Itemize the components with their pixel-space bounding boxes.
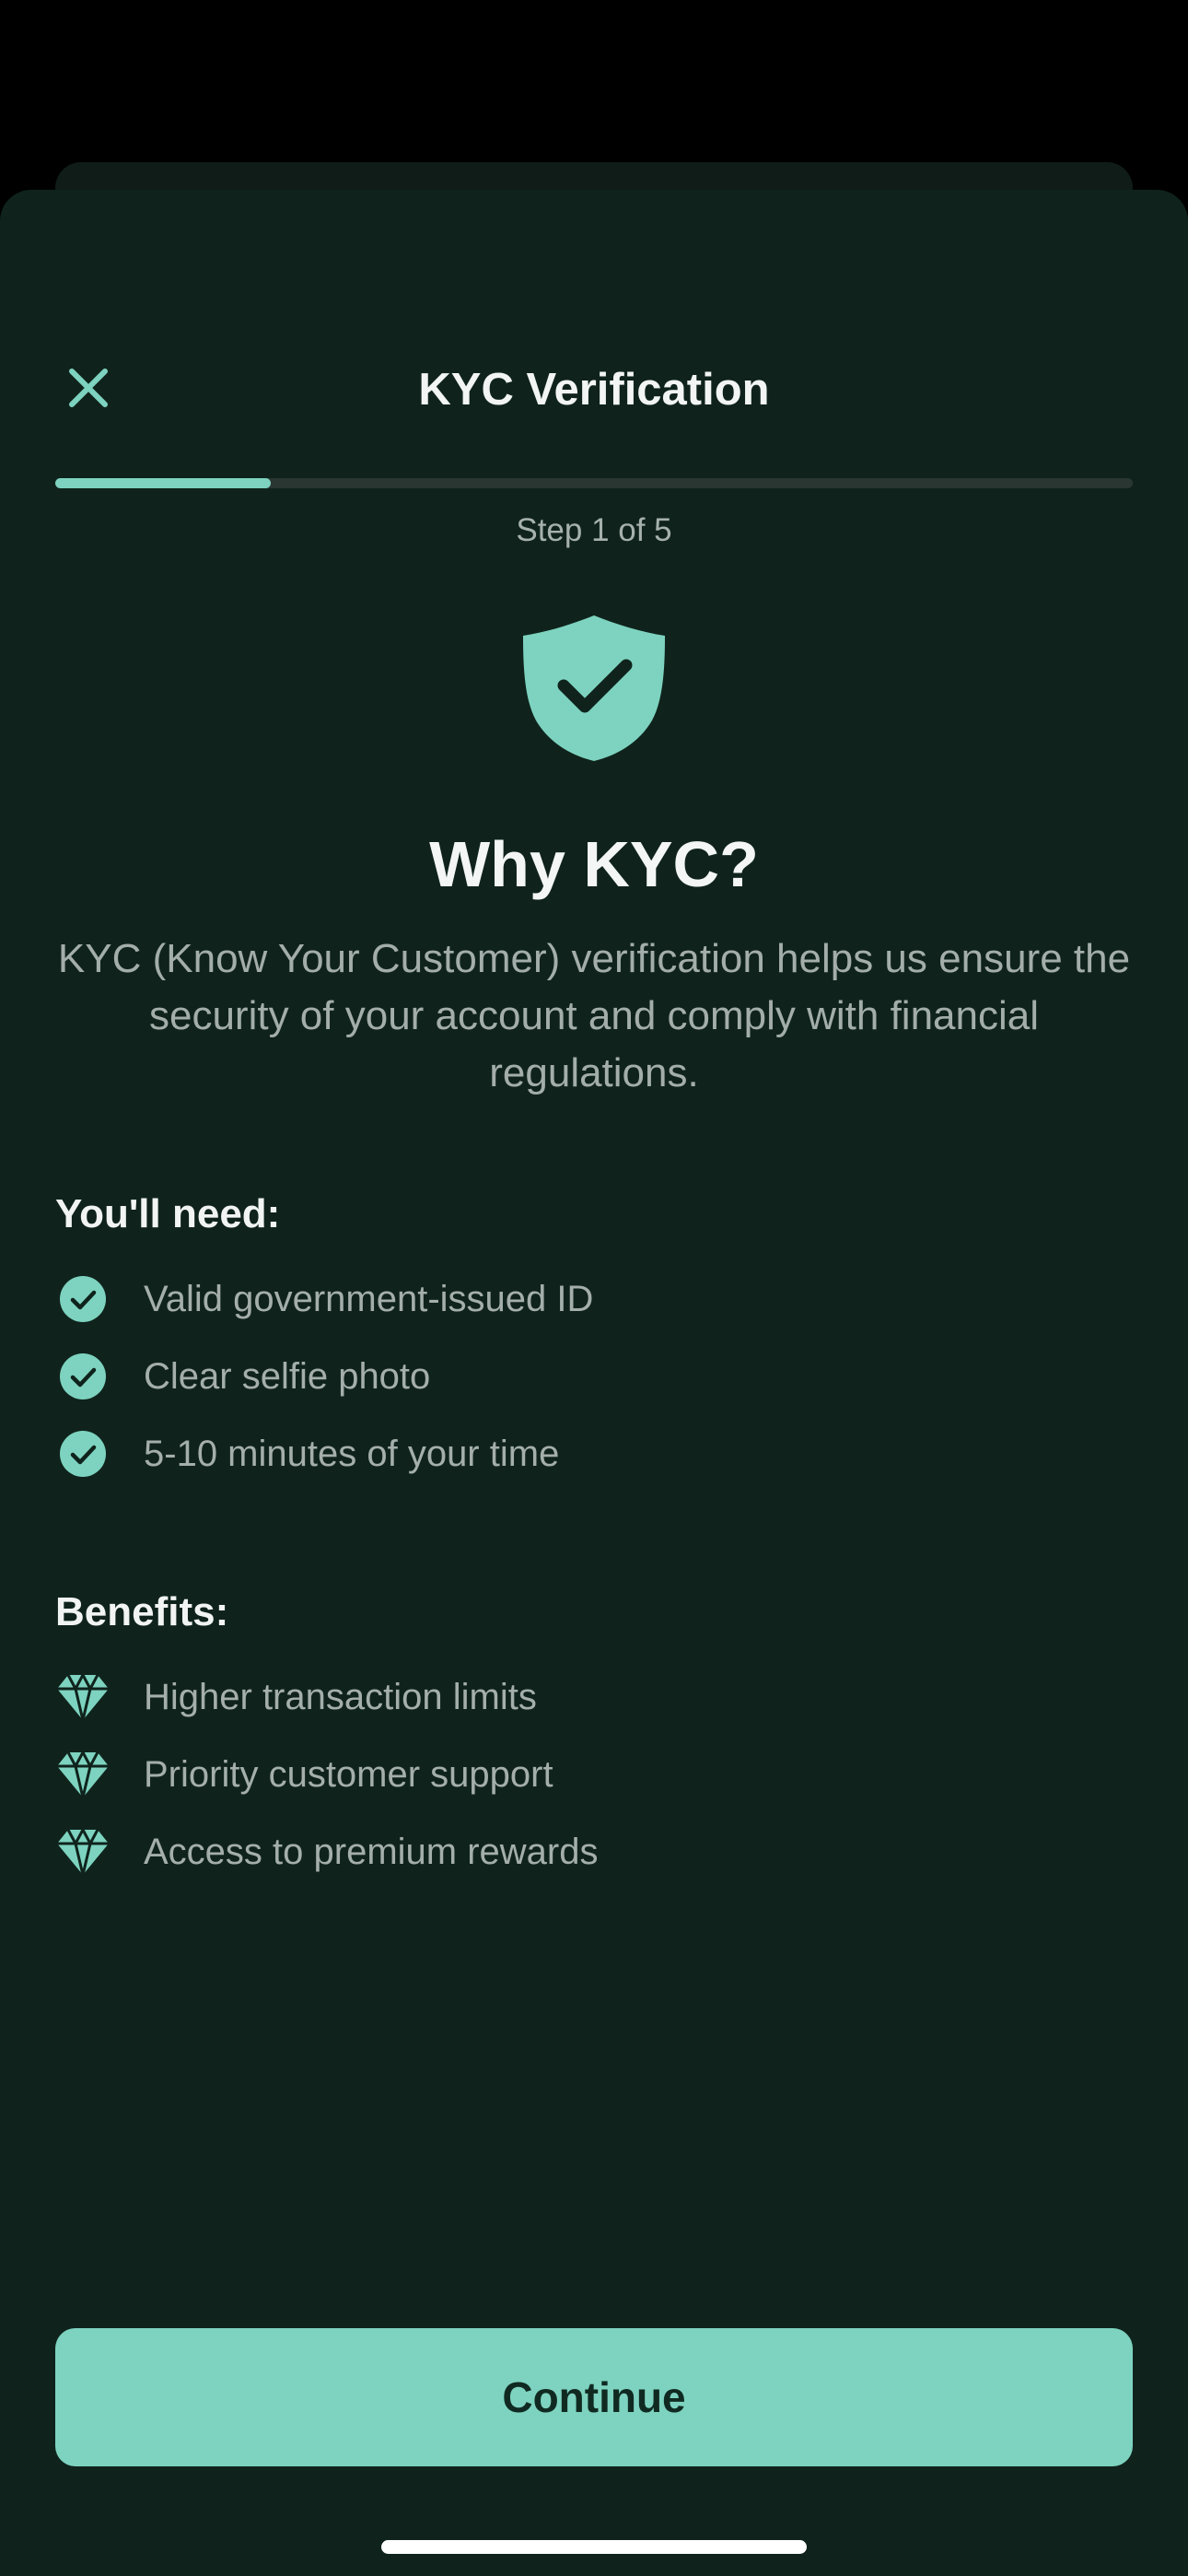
benefit-label: Priority customer support	[144, 1754, 553, 1795]
benefit-label: Access to premium rewards	[144, 1832, 599, 1872]
requirement-label: Clear selfie photo	[144, 1356, 431, 1397]
home-indicator	[381, 2540, 807, 2554]
check-circle-icon	[55, 1426, 111, 1481]
benefit-item: Higher transaction limits	[55, 1669, 537, 1725]
diamond-icon	[55, 1747, 111, 1802]
section-heading: Why KYC?	[429, 828, 759, 900]
check-circle-icon	[55, 1349, 111, 1404]
progress-bar-fill	[55, 478, 271, 488]
requirements-title: You'll need:	[55, 1191, 281, 1236]
benefit-label: Higher transaction limits	[144, 1677, 537, 1717]
requirement-item: Valid government-issued ID	[55, 1271, 593, 1327]
requirement-label: Valid government-issued ID	[144, 1279, 594, 1319]
shield-check-icon	[518, 612, 670, 765]
page-title: KYC Verification	[418, 365, 770, 415]
description-text: KYC (Know Your Customer) verification he…	[57, 936, 1131, 1095]
progress-bar	[55, 478, 1133, 488]
requirement-item: 5-10 minutes of your time	[55, 1426, 559, 1481]
benefit-item: Access to premium rewards	[55, 1824, 598, 1879]
step-indicator: Step 1 of 5	[516, 512, 672, 548]
benefits-title: Benefits:	[55, 1589, 229, 1634]
benefit-item: Priority customer support	[55, 1747, 553, 1802]
check-circle-icon	[55, 1271, 111, 1327]
continue-button[interactable]: Continue	[55, 2328, 1133, 2466]
diamond-icon	[55, 1824, 111, 1879]
requirement-label: 5-10 minutes of your time	[144, 1434, 560, 1474]
requirement-item: Clear selfie photo	[55, 1349, 430, 1404]
diamond-icon	[55, 1669, 111, 1725]
